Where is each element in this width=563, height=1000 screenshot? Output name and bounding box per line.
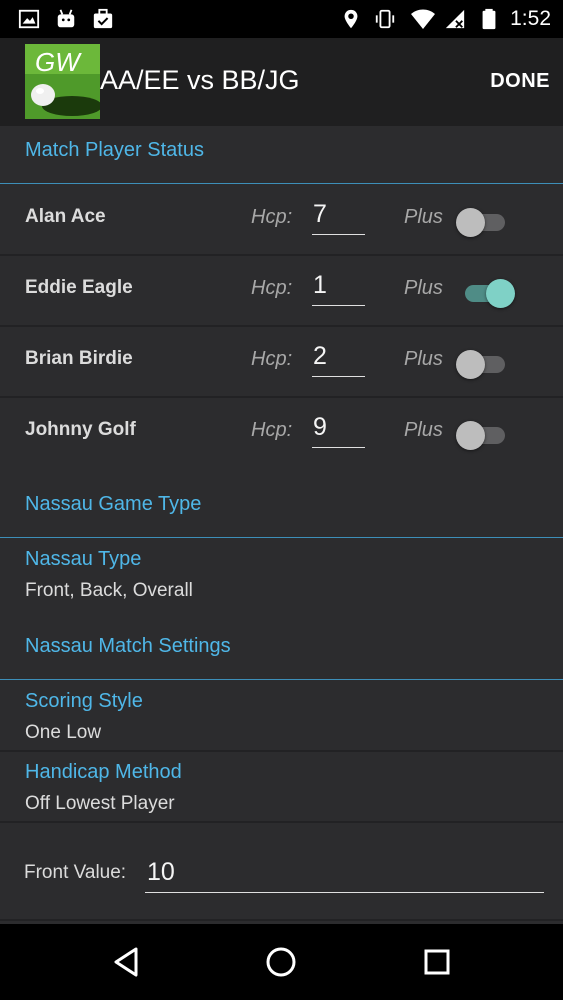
row-divider bbox=[0, 919, 563, 921]
pref-summary: One Low bbox=[25, 722, 102, 743]
player-name: Alan Ace bbox=[25, 206, 106, 227]
plus-toggle[interactable] bbox=[456, 420, 516, 450]
wifi-icon bbox=[411, 9, 435, 29]
pref-title: Handicap Method bbox=[25, 761, 182, 783]
hcp-label: Hcp: bbox=[251, 206, 293, 228]
pref-scoring-style[interactable]: Scoring Style One Low bbox=[0, 680, 563, 749]
vibrate-icon bbox=[375, 9, 395, 29]
pref-summary: Front, Back, Overall bbox=[25, 580, 193, 601]
back-icon[interactable] bbox=[106, 942, 146, 982]
player-row-eddie-eagle: Eddie Eagle Hcp: 1 Plus bbox=[0, 255, 563, 326]
player-name: Brian Birdie bbox=[25, 348, 133, 369]
app-logo: GW bbox=[25, 44, 100, 119]
section-header-nassau-match-settings: Nassau Match Settings bbox=[25, 635, 231, 657]
plus-toggle[interactable] bbox=[456, 349, 516, 379]
signal-off-icon bbox=[445, 9, 465, 29]
status-bar: 1:52 bbox=[0, 0, 563, 38]
player-name: Johnny Golf bbox=[25, 419, 136, 440]
player-row-johnny-golf: Johnny Golf Hcp: 9 Plus bbox=[0, 397, 563, 468]
overview-icon[interactable] bbox=[417, 942, 457, 982]
done-button[interactable]: DONE bbox=[490, 70, 550, 93]
hcp-input[interactable]: 7 bbox=[312, 197, 365, 235]
plus-label: Plus bbox=[404, 206, 443, 228]
image-icon bbox=[18, 9, 40, 29]
row-divider bbox=[0, 821, 563, 823]
section-header-nassau-game-type: Nassau Game Type bbox=[25, 493, 202, 515]
logo-text: GW bbox=[35, 47, 80, 77]
status-time: 1:52 bbox=[510, 7, 551, 30]
location-icon bbox=[344, 9, 358, 29]
home-icon[interactable] bbox=[261, 942, 301, 982]
hcp-input[interactable]: 1 bbox=[312, 268, 365, 306]
pref-handicap-method[interactable]: Handicap Method Off Lowest Player bbox=[0, 751, 563, 820]
navigation-bar bbox=[0, 924, 563, 1000]
hcp-label: Hcp: bbox=[251, 348, 293, 370]
briefcase-check-icon bbox=[93, 8, 113, 29]
pref-summary: Off Lowest Player bbox=[25, 793, 175, 814]
pref-title: Scoring Style bbox=[25, 690, 143, 712]
pref-title: Nassau Type bbox=[25, 548, 142, 570]
hcp-input[interactable]: 2 bbox=[312, 339, 365, 377]
front-value-label: Front Value: bbox=[24, 862, 127, 883]
plus-label: Plus bbox=[404, 419, 443, 441]
hcp-label: Hcp: bbox=[251, 277, 293, 299]
pref-nassau-type[interactable]: Nassau Type Front, Back, Overall bbox=[0, 538, 563, 623]
player-row-brian-birdie: Brian Birdie Hcp: 2 Plus bbox=[0, 326, 563, 397]
section-header-match-player-status: Match Player Status bbox=[25, 139, 204, 161]
player-row-alan-ace: Alan Ace Hcp: 7 Plus bbox=[0, 184, 563, 255]
plus-toggle[interactable] bbox=[456, 207, 516, 237]
android-icon bbox=[57, 9, 75, 28]
plus-label: Plus bbox=[404, 277, 443, 299]
hcp-label: Hcp: bbox=[251, 419, 293, 441]
plus-toggle[interactable] bbox=[456, 278, 516, 308]
hcp-input[interactable]: 9 bbox=[312, 410, 365, 448]
settings-list[interactable]: Match Player Status Alan Ace Hcp: 7 Plus… bbox=[0, 126, 563, 924]
battery-icon bbox=[482, 8, 496, 30]
plus-label: Plus bbox=[404, 348, 443, 370]
player-name: Eddie Eagle bbox=[25, 277, 133, 298]
app-bar: GW AA/EE vs BB/JG DONE bbox=[0, 38, 563, 126]
front-value-input[interactable]: 10 bbox=[145, 853, 544, 893]
page-title: AA/EE vs BB/JG bbox=[100, 65, 300, 95]
